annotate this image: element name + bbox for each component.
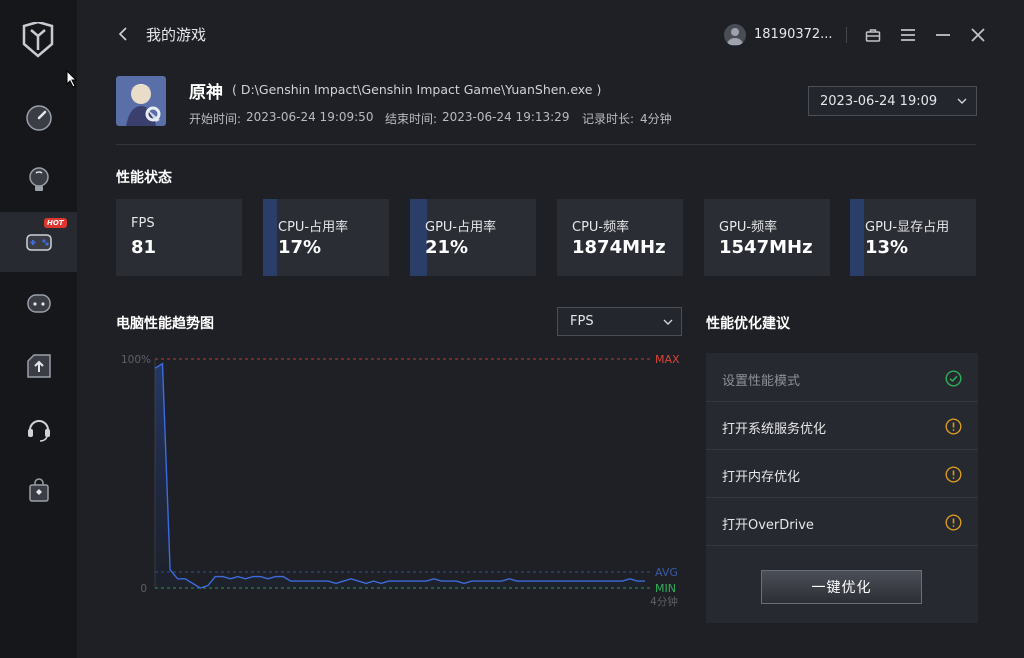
- fps-series-line: [154, 362, 645, 589]
- session-date-select[interactable]: 2023-06-24 19:09: [808, 86, 977, 116]
- game-thumbnail: [116, 76, 166, 126]
- end-time-value: 2023-06-24 19:13:29: [442, 110, 570, 124]
- nav-chat[interactable]: [0, 274, 77, 334]
- check-circle-icon: [945, 370, 962, 387]
- metric-label: GPU-占用率: [425, 220, 497, 235]
- fps-trend-chart: 100% 0 MAX AVG MIN4分钟: [121, 353, 680, 608]
- nav-upgrade[interactable]: [0, 336, 77, 396]
- avg-label: AVG: [655, 566, 678, 579]
- menu-button[interactable]: [897, 24, 919, 46]
- duration-value: 4分钟: [640, 112, 672, 126]
- mouse-cursor-icon: [66, 70, 78, 88]
- metric-card-gpu-usage: GPU-占用率 21%: [410, 199, 536, 276]
- chevron-down-icon: [663, 319, 673, 325]
- duration-label: 记录时长:: [582, 112, 635, 126]
- y-top-tick-label: 100%: [121, 354, 151, 366]
- chevron-left-icon: [118, 27, 127, 41]
- chat-bubble-icon: [26, 294, 51, 313]
- metric-value: 17%: [278, 237, 322, 258]
- end-time-label: 结束时间:: [385, 112, 438, 126]
- metric-value: 1547MHz: [719, 237, 813, 258]
- hot-badge: HOT: [44, 218, 67, 228]
- back-button[interactable]: [118, 24, 136, 44]
- optimization-suggestions-title: 性能优化建议: [706, 316, 790, 332]
- start-time-value: 2023-06-24 19:09:50: [246, 110, 374, 124]
- metric-card-cpu-frequency: CPU-频率 1874MHz: [557, 199, 683, 276]
- y-bottom-tick-label: 0: [140, 583, 147, 595]
- username[interactable]: 18190372...: [754, 27, 833, 42]
- app-logo-icon: [22, 22, 54, 58]
- metric-label: CPU-频率: [572, 220, 630, 235]
- suggestion-label: 打开内存优化: [722, 470, 801, 485]
- metric-fill: [263, 199, 277, 276]
- metric-value: 21%: [425, 237, 469, 258]
- sidebar: HOT: [0, 0, 77, 658]
- min-label: MIN: [655, 582, 676, 595]
- start-time-label: 开始时间:: [189, 112, 242, 126]
- fps-series-area: [155, 363, 645, 588]
- metric-label: GPU-频率: [719, 220, 778, 235]
- suggestion-label: 设置性能模式: [722, 374, 801, 389]
- minimize-button[interactable]: [932, 24, 954, 46]
- header-divider: [846, 27, 847, 43]
- suggestion-overdrive[interactable]: 打开OverDrive: [706, 498, 978, 546]
- nav-light[interactable]: [0, 150, 77, 210]
- page-title: 我的游戏: [146, 26, 207, 44]
- lightbulb-icon: [28, 167, 49, 191]
- nav-store[interactable]: [0, 460, 77, 520]
- suggestion-label: 打开系统服务优化: [722, 422, 827, 437]
- metric-card-fps: FPS 81: [116, 199, 242, 276]
- game-name: 原神: [189, 83, 223, 103]
- warning-circle-icon: [945, 466, 962, 483]
- metric-card-gpu-memory: GPU-显存占用 13%: [850, 199, 976, 276]
- hamburger-menu-icon: [901, 29, 915, 41]
- close-icon: [971, 28, 985, 42]
- trend-chart-title: 电脑性能趋势图: [116, 316, 214, 332]
- warning-circle-icon: [945, 514, 962, 531]
- x-end-tick-label: 4分钟: [650, 595, 678, 608]
- nav-my-games[interactable]: HOT: [0, 212, 77, 272]
- upload-box-icon: [26, 354, 51, 378]
- trend-metric-select[interactable]: FPS: [557, 307, 682, 336]
- speedometer-icon: [25, 105, 52, 131]
- metric-label: GPU-显存占用: [865, 220, 950, 235]
- metric-fill: [850, 199, 864, 276]
- suggestion-performance-mode[interactable]: 设置性能模式: [706, 354, 978, 402]
- close-button[interactable]: [967, 24, 989, 46]
- game-path: ( D:\Genshin Impact\Genshin Impact Game\…: [232, 82, 602, 97]
- metric-label: FPS: [131, 216, 155, 231]
- max-label: MAX: [655, 353, 680, 366]
- session-date-value: 2023-06-24 19:09: [820, 93, 938, 109]
- gamepad-icon: [25, 234, 52, 251]
- briefcase-icon: [865, 29, 881, 42]
- warning-circle-icon: [945, 418, 962, 435]
- shopping-bag-icon: [28, 478, 49, 502]
- nav-headset[interactable]: [0, 398, 77, 458]
- suggestion-memory[interactable]: 打开内存优化: [706, 450, 978, 498]
- metric-value: 1874MHz: [572, 237, 666, 258]
- metric-value: 13%: [865, 237, 909, 258]
- minimize-icon: [936, 34, 950, 36]
- suggestion-system-service[interactable]: 打开系统服务优化: [706, 402, 978, 450]
- briefcase-button[interactable]: [862, 24, 884, 46]
- performance-status-title: 性能状态: [116, 170, 172, 186]
- trend-metric-value: FPS: [570, 314, 594, 329]
- one-click-optimize-button[interactable]: 一键优化: [761, 570, 922, 604]
- metric-value: 81: [131, 237, 157, 258]
- user-icon: [727, 28, 743, 45]
- chevron-down-icon: [957, 98, 967, 104]
- header-separator: [116, 144, 976, 145]
- metric-card-cpu-usage: CPU-占用率 17%: [263, 199, 389, 276]
- metric-card-gpu-frequency: GPU-频率 1547MHz: [704, 199, 830, 276]
- headset-icon: [27, 420, 50, 442]
- game-art-icon: [116, 76, 166, 126]
- metric-label: CPU-占用率: [278, 220, 349, 235]
- nav-performance[interactable]: [0, 88, 77, 148]
- suggestion-label: 打开OverDrive: [722, 518, 814, 533]
- avatar[interactable]: [724, 24, 746, 46]
